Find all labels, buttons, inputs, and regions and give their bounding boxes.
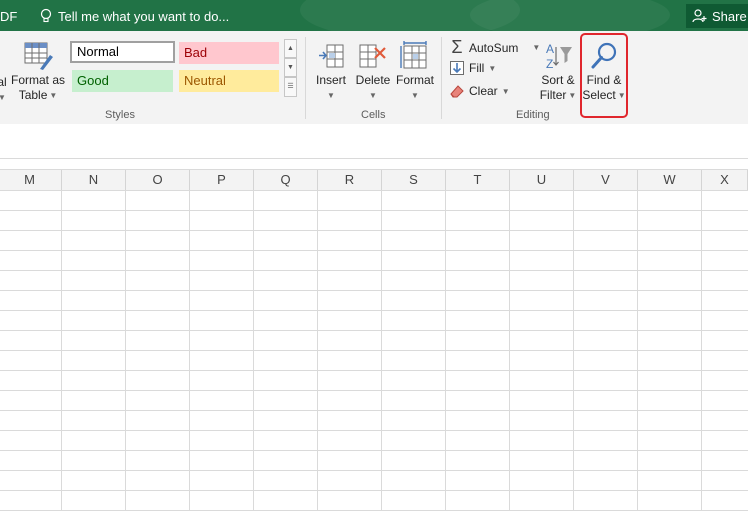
chevron-down-icon: ▼ [327,91,335,100]
tell-me-search[interactable]: Tell me what you want to do... [40,8,229,24]
autosum-label: AutoSum [469,40,519,55]
clear-label: Clear [469,84,498,98]
column-header-o[interactable]: O [126,170,190,190]
cells-group-label: Cells [361,109,386,121]
column-header-v[interactable]: V [574,170,638,190]
fill-button[interactable]: Fill ▼ [449,60,496,76]
title-bar: DF Tell me what you want to do... Share [0,0,748,31]
column-header-q[interactable]: Q [254,170,318,190]
style-neutral[interactable]: Neutral [179,70,279,92]
clear-button[interactable]: Clear ▼ [449,83,510,99]
share-button[interactable]: Share [686,4,748,28]
column-header-s[interactable]: S [382,170,446,190]
formula-bar[interactable] [0,124,748,159]
conditional-formatting-label: al [0,75,7,89]
column-header-m[interactable]: M [0,170,62,190]
svg-text:Z: Z [546,57,553,71]
column-header-p[interactable]: P [190,170,254,190]
sigma-icon: Σ [451,37,463,57]
style-normal[interactable]: Normal [70,41,175,63]
column-header-r[interactable]: R [318,170,382,190]
chevron-down-icon: ▼ [49,91,58,100]
title-texture [470,0,670,31]
svg-text:A: A [546,42,554,56]
column-gridline [125,190,126,511]
delete-label: Delete [355,73,391,87]
column-header-t[interactable]: T [446,170,510,190]
sort-filter-label-1: Sort & [541,73,575,87]
column-gridline [701,190,702,511]
column-gridline [637,190,638,511]
format-label: Format [395,73,434,87]
chevron-down-icon: ▼ [568,91,577,100]
sort-filter-label-2: Filter [539,88,567,102]
insert-label: Insert [315,73,346,87]
style-bad[interactable]: Bad [179,42,279,64]
column-gridline [573,190,574,511]
delete-cells-icon [359,44,386,68]
pdf-tab[interactable]: DF [0,9,17,24]
eraser-icon [450,85,464,98]
share-label: Share [712,8,747,24]
chevron-down-icon: ▼ [0,93,6,102]
chevron-down-icon: ▼ [369,91,377,100]
conditional-formatting-button[interactable]: al ▼ [0,41,8,105]
format-table-icon [24,42,53,70]
format-cells-icon [400,41,427,69]
worksheet-grid[interactable] [0,190,748,511]
autosum-button[interactable]: Σ AutoSum ▼ [449,37,540,58]
format-as-table-label-2: Table [18,88,48,102]
column-gridline [61,190,62,511]
gallery-more-button[interactable]: ☰ [284,77,297,97]
column-gridline [509,190,510,511]
fill-label: Fill [469,61,485,75]
chevron-down-icon: ▼ [501,86,510,96]
group-divider [441,37,442,119]
ribbon: al ▼ Format as Table ▼ Normal Bad Good N… [0,31,748,125]
styles-group-label: Styles [105,109,135,121]
column-gridline [317,190,318,511]
editing-group-label: Editing [516,109,550,121]
chevron-down-icon: ▼ [488,63,497,73]
insert-cells-icon [319,44,344,68]
sort-filter-icon: A Z [546,42,572,71]
lightbulb-icon [40,8,52,23]
fill-down-icon [450,61,464,75]
format-button[interactable]: Format ▼ [394,39,436,103]
style-good[interactable]: Good [72,70,173,92]
format-as-table-label-1: Format as [10,73,65,87]
sort-filter-button[interactable]: A Z Sort & Filter ▼ [538,39,578,103]
insert-button[interactable]: Insert ▼ [312,39,350,103]
group-divider [305,37,306,119]
column-header-n[interactable]: N [62,170,126,190]
column-gridline [445,190,446,511]
column-gridline [381,190,382,511]
gallery-scroll-down[interactable]: ▼ [284,58,297,77]
tell-me-text: Tell me what you want to do... [58,8,230,24]
format-as-table-button[interactable]: Format as Table ▼ [10,39,66,103]
find-select-highlight [580,33,628,118]
column-headers: MNOPQRSTUVWX [0,169,748,191]
person-add-icon [692,9,707,23]
delete-button[interactable]: Delete ▼ [354,39,392,103]
column-gridline [189,190,190,511]
column-header-x[interactable]: X [702,170,748,190]
column-header-u[interactable]: U [510,170,574,190]
chevron-down-icon: ▼ [411,91,419,100]
gallery-scroll-up[interactable]: ▲ [284,39,297,58]
column-gridline [253,190,254,511]
column-header-w[interactable]: W [638,170,702,190]
